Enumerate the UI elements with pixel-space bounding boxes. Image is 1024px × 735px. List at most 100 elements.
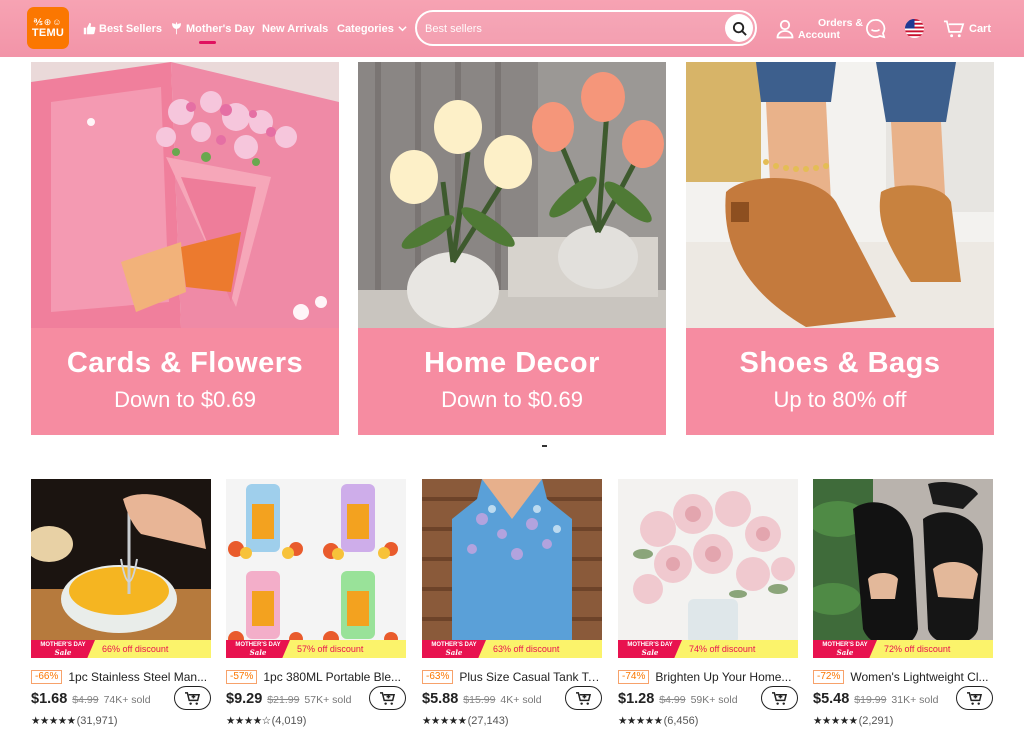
nav-label: Mother's Day [186, 22, 255, 35]
original-price: $4.99 [659, 694, 686, 706]
orders-account-link[interactable]: Orders & Account [776, 0, 863, 57]
sold-count: 31K+ sold [891, 694, 939, 706]
add-cart-icon [576, 691, 592, 705]
rating-stars: ★★★★★ [422, 715, 467, 727]
rating-stars: ★★★★★ [31, 715, 76, 727]
review-count: (2,291) [858, 715, 894, 727]
banner-home-decor[interactable]: Home Decor Down to $0.69 [358, 62, 666, 435]
active-nav-indicator [199, 41, 216, 44]
product-card[interactable]: MOTHER'S DAY Sale 57% off discount -57% 1… [226, 479, 406, 731]
banner-subtitle: Down to $0.69 [114, 387, 256, 412]
original-price: $19.99 [854, 694, 887, 706]
product-card[interactable]: MOTHER'S DAY Sale 63% off discount -63% P… [422, 479, 602, 731]
nav-mothers-day[interactable]: Mother's Day [170, 0, 255, 57]
shoes-bags-image [686, 62, 994, 328]
sold-count: 59K+ sold [690, 694, 738, 706]
nav-label: Categories [337, 22, 394, 35]
support-chat-button[interactable] [865, 0, 886, 57]
add-to-cart-button[interactable] [174, 686, 211, 710]
nav-best-sellers[interactable]: Best Sellers [83, 0, 162, 57]
promo-discount-text: 72% off discount [884, 644, 951, 654]
nav-label: Best Sellers [99, 22, 162, 35]
product-card[interactable]: MOTHER'S DAY Sale 72% off discount -72% W… [813, 479, 993, 731]
nav-categories[interactable]: Categories [337, 0, 407, 57]
product-image[interactable] [31, 479, 211, 658]
banner-cards-flowers[interactable]: Cards & Flowers Down to $0.69 [31, 62, 339, 435]
temu-logo[interactable]: ℁⊕☺ TEMU [27, 7, 69, 49]
sold-count: 4K+ sold [500, 694, 542, 706]
add-to-cart-button[interactable] [761, 686, 798, 710]
promo-discount-text: 66% off discount [102, 644, 169, 654]
product-image[interactable] [226, 479, 406, 658]
discount-badge: -63% [422, 670, 454, 684]
chevron-down-icon [398, 26, 407, 32]
product-price: $1.68 [31, 691, 68, 707]
sold-count: 57K+ sold [304, 694, 352, 706]
original-price: $15.99 [463, 694, 496, 706]
discount-badge: -74% [618, 670, 650, 684]
add-to-cart-button[interactable] [565, 686, 602, 710]
product-image[interactable] [618, 479, 798, 658]
add-to-cart-button[interactable] [369, 686, 406, 710]
cart-link[interactable]: Cart [943, 0, 991, 57]
cart-label: Cart [969, 22, 992, 35]
cards-flowers-image [31, 62, 339, 328]
product-title[interactable]: Women's Lightweight Cl... [850, 670, 988, 684]
banner-title: Cards & Flowers [66, 347, 304, 379]
promo-strip: MOTHER'S DAY Sale 63% off discount [422, 640, 602, 658]
home-decor-image [358, 62, 666, 328]
search-bar [415, 10, 757, 46]
orders-label: Orders & [818, 16, 863, 29]
user-icon [776, 19, 794, 38]
search-input[interactable] [425, 20, 715, 38]
product-price: $1.28 [618, 691, 655, 707]
original-price: $4.99 [72, 694, 99, 706]
add-to-cart-button[interactable] [956, 686, 993, 710]
add-cart-icon [185, 691, 201, 705]
banner-shoes-bags[interactable]: Shoes & Bags Up to 80% off [686, 62, 994, 435]
logo-glyphs: ℁⊕☺ [33, 17, 63, 27]
mothers-day-sale-tag: MOTHER'S DAY Sale [226, 640, 290, 658]
carousel-indicator[interactable] [542, 445, 547, 447]
cart-icon [943, 19, 965, 37]
promo-strip: MOTHER'S DAY Sale 57% off discount [226, 640, 406, 658]
account-label: Account [798, 28, 840, 41]
promo-discount-text: 74% off discount [689, 644, 756, 654]
product-title[interactable]: Plus Size Casual Tank To... [459, 670, 602, 684]
product-card[interactable]: MOTHER'S DAY Sale 66% off discount -66% 1… [31, 479, 211, 731]
product-price: $9.29 [226, 691, 263, 707]
search-icon [732, 21, 747, 36]
product-image[interactable] [422, 479, 602, 658]
search-button[interactable] [725, 14, 753, 42]
thumbs-up-icon [83, 22, 96, 35]
banner-caption: Shoes & Bags Up to 80% off [686, 328, 994, 435]
country-selector[interactable] [904, 0, 925, 57]
review-count: (6,456) [663, 715, 699, 727]
rating-stars: ★★★★☆ [226, 715, 271, 727]
product-card[interactable]: MOTHER'S DAY Sale 74% off discount -74% B… [618, 479, 798, 731]
us-flag-icon [904, 18, 925, 39]
nav-new-arrivals[interactable]: New Arrivals [262, 0, 328, 57]
banner-caption: Home Decor Down to $0.69 [358, 328, 666, 435]
banner-subtitle: Down to $0.69 [441, 387, 583, 412]
discount-badge: -57% [226, 670, 258, 684]
product-title[interactable]: 1pc 380ML Portable Ble... [263, 670, 401, 684]
product-price: $5.88 [422, 691, 459, 707]
banner-subtitle: Up to 80% off [773, 387, 907, 412]
logo-wordmark: TEMU [31, 27, 65, 39]
banner-title: Home Decor [424, 347, 600, 379]
mothers-day-sale-tag: MOTHER'S DAY Sale [31, 640, 95, 658]
top-nav-bar: ℁⊕☺ TEMU Best Sellers Mother's Day New A… [0, 0, 1024, 57]
banner-title: Shoes & Bags [739, 347, 941, 379]
review-count: (27,143) [467, 715, 509, 727]
product-title[interactable]: Brighten Up Your Home... [655, 670, 791, 684]
add-cart-icon [967, 691, 983, 705]
discount-badge: -72% [813, 670, 845, 684]
product-price: $5.48 [813, 691, 850, 707]
product-image[interactable] [813, 479, 993, 658]
sold-count: 74K+ sold [103, 694, 151, 706]
original-price: $21.99 [267, 694, 300, 706]
chat-smile-icon [866, 19, 886, 39]
mothers-day-sale-tag: MOTHER'S DAY Sale [618, 640, 682, 658]
product-title[interactable]: 1pc Stainless Steel Man... [68, 670, 207, 684]
